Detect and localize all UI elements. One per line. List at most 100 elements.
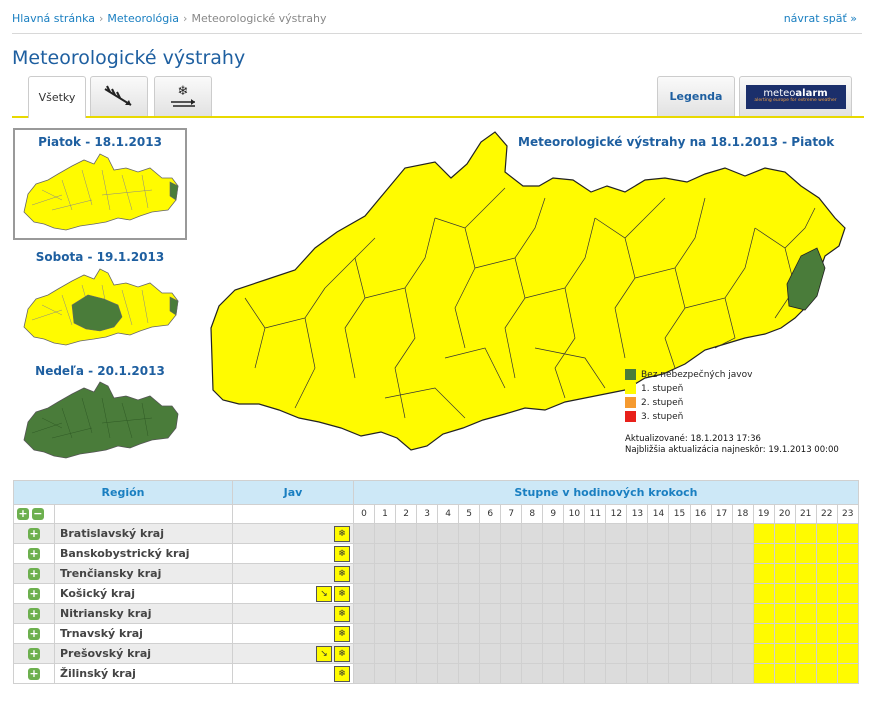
snow-icon[interactable]: ❄ [334,645,350,662]
wind-icon[interactable]: ↘ [316,585,332,602]
thumbnail-map-sunday[interactable] [22,378,182,463]
empty-cell [54,504,233,524]
hour-cell-warning [815,643,838,664]
expand-row-button[interactable]: + [28,628,40,640]
hour-cell [647,663,670,684]
hour-cell-warning [794,543,817,564]
thumbnail-map-saturday[interactable] [22,265,182,350]
day-label-saturday[interactable]: Sobota - 19.1.2013 [15,250,185,264]
page-title: Meteorologické výstrahy [12,47,246,69]
hour-cell [521,543,544,564]
region-name[interactable]: Prešovský kraj [54,643,233,664]
breadcrumb-meteo[interactable]: Meteorológia [107,12,179,25]
expand-row-button[interactable]: + [28,648,40,660]
region-name[interactable]: Trenčiansky kraj [54,563,233,584]
hour-cell [458,523,481,544]
tab-all[interactable]: Všetky [28,76,86,118]
region-name[interactable]: Žilinský kraj [54,663,233,684]
snow-icon[interactable]: ❄ [334,565,350,582]
expand-row-button[interactable]: + [28,608,40,620]
snow-icon[interactable]: ❄ [334,585,350,602]
hour-cell-warning [836,603,859,624]
tab-legend[interactable]: Legenda [657,76,735,116]
hour-cell [479,643,502,664]
tab-meteoalarm[interactable]: meteoalarm alerting europe for extreme w… [739,76,852,116]
hour-header: 3 [416,504,439,524]
hour-cell-warning [773,663,796,684]
expand-row-button[interactable]: + [28,568,40,580]
thumbnail-map-friday[interactable] [22,150,182,235]
breadcrumb-separator: › [98,12,104,25]
main-warning-map[interactable] [205,128,850,458]
day-label-sunday[interactable]: Nedeľa - 20.1.2013 [15,364,185,378]
hour-cell-warning [836,663,859,684]
region-name[interactable]: Trnavský kraj [54,623,233,644]
hour-cell [605,543,628,564]
hour-cell [395,623,418,644]
hour-cell [416,523,439,544]
hour-cell [458,663,481,684]
hour-cell [710,583,733,604]
hour-cell-warning [752,563,775,584]
hour-cell-warning [794,623,817,644]
hour-cell [395,563,418,584]
hour-cell [647,543,670,564]
hour-cell [668,643,691,664]
table-row: + Bratislavský kraj ❄ [13,523,859,544]
divider [12,33,862,34]
hour-cell [458,543,481,564]
snow-icon[interactable]: ❄ [334,525,350,542]
tab-wind[interactable] [90,76,148,116]
hour-cell [563,603,586,624]
region-name[interactable]: Bratislavský kraj [54,523,233,544]
wind-icon[interactable]: ↘ [316,645,332,662]
region-name[interactable]: Nitriansky kraj [54,603,233,624]
legend-label: 1. stupeň [641,383,684,394]
expand-all-button[interactable]: + [17,508,29,520]
hour-header: 6 [479,504,502,524]
collapse-all-button[interactable]: − [31,508,44,520]
hour-cell [689,583,712,604]
breadcrumb-home[interactable]: Hlavná stránka [12,12,95,25]
legend-item: 2. stupeň [625,397,752,408]
hour-cell-warning [815,603,838,624]
table-row: + Nitriansky kraj ❄ [13,603,859,624]
snow-icon[interactable]: ❄ [334,605,350,622]
hour-cell [542,543,565,564]
hour-cell [416,563,439,584]
hour-cell [500,563,523,584]
hour-cell [710,643,733,664]
expand-row-button[interactable]: + [28,668,40,680]
hour-cell [731,563,754,584]
expand-row-button[interactable]: + [28,528,40,540]
snow-icon[interactable]: ❄ [334,625,350,642]
hour-cell [542,663,565,684]
wind-icon [104,85,132,106]
hour-cell [458,583,481,604]
hour-cell [626,603,649,624]
expand-row-button[interactable]: + [28,548,40,560]
hour-cell [395,583,418,604]
back-link[interactable]: návrat späť » [784,12,857,25]
hour-cell [668,623,691,644]
hour-header: 19 [752,504,775,524]
region-name[interactable]: Košický kraj [54,583,233,604]
hour-cell-warning [773,583,796,604]
snow-icon[interactable]: ❄ [334,665,350,682]
hour-header: 1 [374,504,397,524]
day-label-friday[interactable]: Piatok - 18.1.2013 [15,135,185,149]
hour-cell-warning [836,643,859,664]
snow-icon[interactable]: ❄ [334,545,350,562]
hour-cell [479,523,502,544]
column-header-phenomenon: Jav [232,480,354,505]
hour-cell [647,523,670,544]
hour-cell [416,623,439,644]
hour-cell [416,643,439,664]
legend-swatch [625,411,636,422]
hour-cell [626,643,649,664]
hour-cell-warning [836,523,859,544]
region-name[interactable]: Banskobystrický kraj [54,543,233,564]
expand-row-button[interactable]: + [28,588,40,600]
hour-cell-warning [773,603,796,624]
tab-snow[interactable]: ❄ [154,76,212,116]
